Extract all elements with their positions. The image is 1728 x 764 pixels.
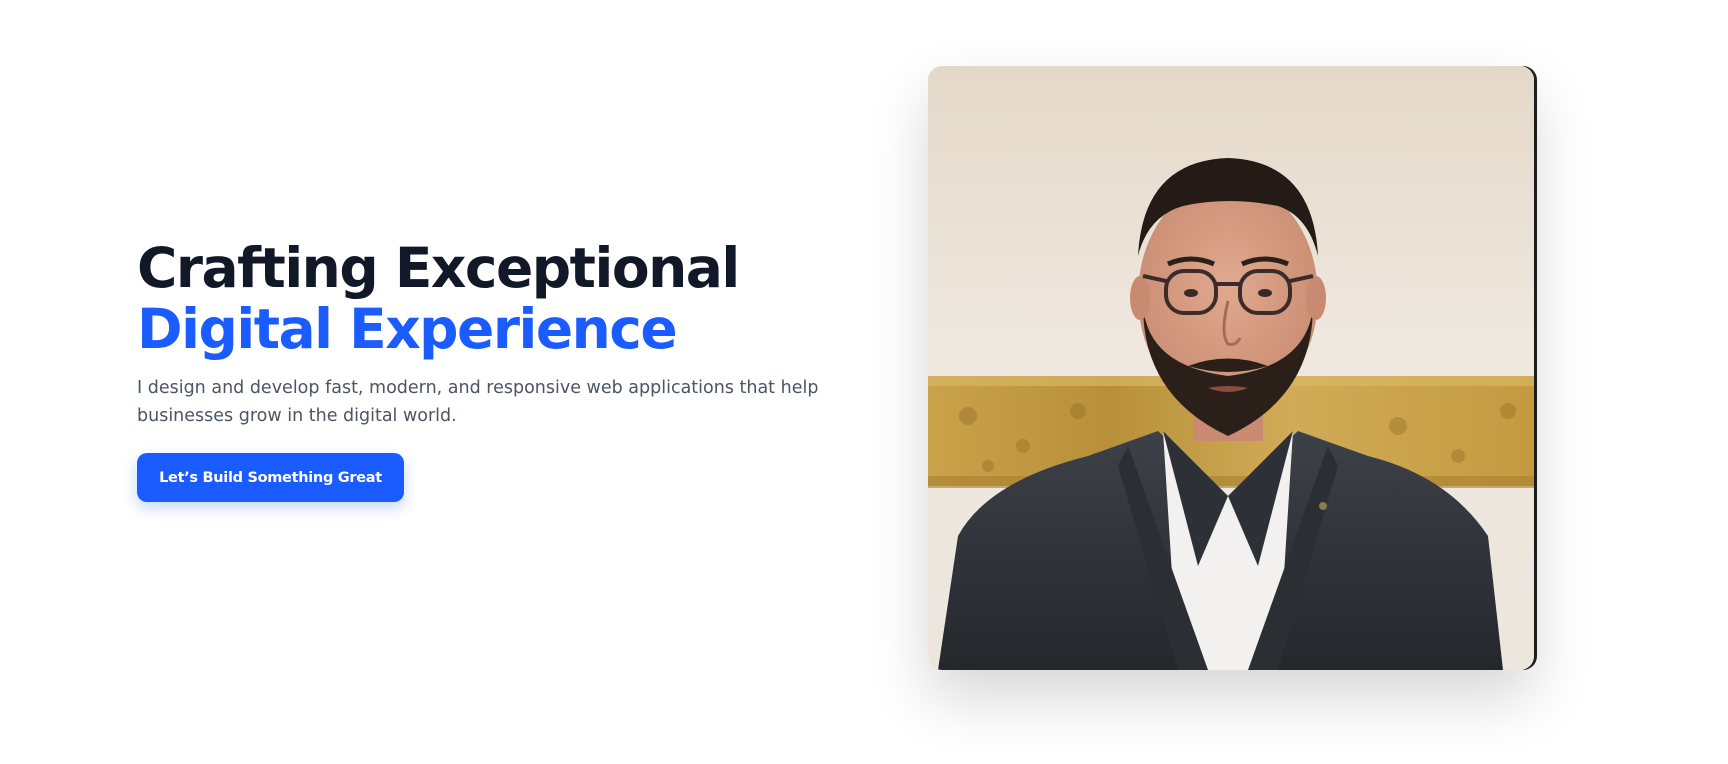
headline-line-2-highlight: Digital Experience (137, 297, 678, 361)
hero-description: I design and develop fast, modern, and r… (137, 378, 819, 426)
hero-text-block: Crafting Exceptional Digital Experience … (137, 238, 857, 502)
portrait-photo (928, 66, 1534, 670)
portrait-illustration (928, 66, 1534, 670)
cta-button[interactable]: Let’s Build Something Great (137, 453, 404, 502)
hero-headline: Crafting Exceptional Digital Experience (137, 238, 857, 360)
headline-line-1: Crafting Exceptional (137, 236, 740, 300)
hero-section: Crafting Exceptional Digital Experience … (0, 0, 1728, 764)
